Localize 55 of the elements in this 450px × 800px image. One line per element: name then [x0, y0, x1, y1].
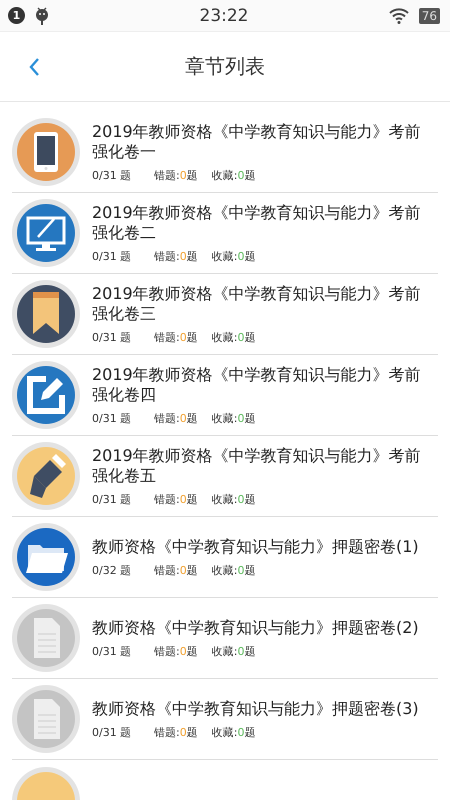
edit-icon	[12, 361, 80, 429]
favorite-count: 收藏:0题	[212, 410, 256, 426]
favorite-count: 收藏:0题	[212, 724, 256, 740]
chapter-title: 2019年教师资格《中学教育知识与能力》考前强化卷一	[92, 122, 422, 162]
chapter-title: 教师资格《中学教育知识与能力》押题密卷(3)	[92, 698, 420, 718]
android-icon	[35, 6, 49, 24]
eraser-icon	[12, 442, 80, 510]
battery-indicator: 76	[418, 8, 440, 24]
phone-icon	[12, 118, 80, 186]
page-title: 章节列表	[185, 53, 265, 80]
document-icon	[12, 685, 80, 753]
status-time: 23:22	[200, 6, 248, 26]
progress-count: 0/31 题	[92, 168, 132, 182]
favorite-count: 收藏:0题	[212, 168, 256, 182]
chapter-row[interactable]: 2019年教师资格《中学教育知识与能力》考前强化卷一 0/31 题 错题:0题 收藏:0题	[12, 112, 438, 193]
wifi-icon	[388, 8, 409, 24]
bookmark-icon	[12, 280, 80, 348]
favorite-count: 收藏:0题	[212, 644, 256, 658]
chapter-title: 教师资格《中学教育知识与能力》押题密卷(2)	[92, 618, 420, 638]
chapter-row[interactable]: 2019年教师资格《中学教育知识与能力》考前强化卷三 0/31 题 错题:0题 收藏:0题	[12, 274, 438, 355]
favorite-count: 收藏:0题	[212, 492, 256, 506]
chapter-row[interactable]: 教师资格《中学教育知识与能力》押题密卷(1) 0/32 题 错题:0题 收藏:0题	[12, 517, 438, 598]
chapter-title: 教师资格《中学教育知识与能力》押题密卷(1)	[92, 536, 420, 556]
wrong-count: 错题:0题	[154, 644, 198, 658]
wrong-count: 错题:0题	[154, 410, 198, 426]
wrong-count: 错题:0题	[154, 724, 198, 740]
chapter-row[interactable]: 2019年教师资格《中学教育知识与能力》考前强化卷五 0/31 题 错题:0题 收藏:0题	[12, 436, 438, 517]
back-icon[interactable]	[28, 56, 40, 76]
chapter-row[interactable]: 教师资格《中学教育知识与能力》押题密卷(2) 0/31 题 错题:0题 收藏:0题	[12, 598, 438, 679]
notification-badge: 1	[8, 7, 25, 24]
monitor-icon	[12, 199, 80, 267]
wrong-count: 错题:0题	[154, 562, 198, 578]
progress-count: 0/31 题	[92, 410, 132, 426]
chapter-row[interactable]: 2019年教师资格《中学教育知识与能力》考前强化卷二 0/31 题 错题:0题 收藏:0题	[12, 193, 438, 274]
progress-count: 0/31 题	[92, 248, 132, 264]
wrong-count: 错题:0题	[154, 492, 198, 506]
chapter-row[interactable]: 2019年教师资格《中学教育知识与能力》考前强化卷四 0/31 题 错题:0题 收藏:0题	[12, 355, 438, 436]
progress-count: 0/31 题	[92, 492, 132, 506]
progress-count: 0/32 题	[92, 562, 132, 578]
favorite-count: 收藏:0题	[212, 330, 256, 344]
chapter-title: 2019年教师资格《中学教育知识与能力》考前强化卷五	[92, 446, 422, 486]
progress-count: 0/31 题	[92, 330, 132, 344]
wrong-count: 错题:0题	[154, 168, 198, 182]
favorite-count: 收藏:0题	[212, 562, 256, 578]
chapter-row[interactable]: 教师资格《中学教育知识与能力》押题密卷(3) 0/31 题 错题:0题 收藏:0题	[12, 679, 438, 760]
progress-count: 0/31 题	[92, 724, 132, 740]
chapter-title: 2019年教师资格《中学教育知识与能力》考前强化卷四	[92, 364, 422, 404]
chapter-title: 2019年教师资格《中学教育知识与能力》考前强化卷二	[92, 202, 422, 242]
progress-count: 0/31 题	[92, 644, 132, 658]
chapter-title: 2019年教师资格《中学教育知识与能力》考前强化卷三	[92, 284, 422, 324]
document-icon	[12, 604, 80, 672]
wrong-count: 错题:0题	[154, 330, 198, 344]
favorite-count: 收藏:0题	[212, 248, 256, 264]
wrong-count: 错题:0题	[154, 248, 198, 264]
folder-icon	[12, 523, 80, 591]
